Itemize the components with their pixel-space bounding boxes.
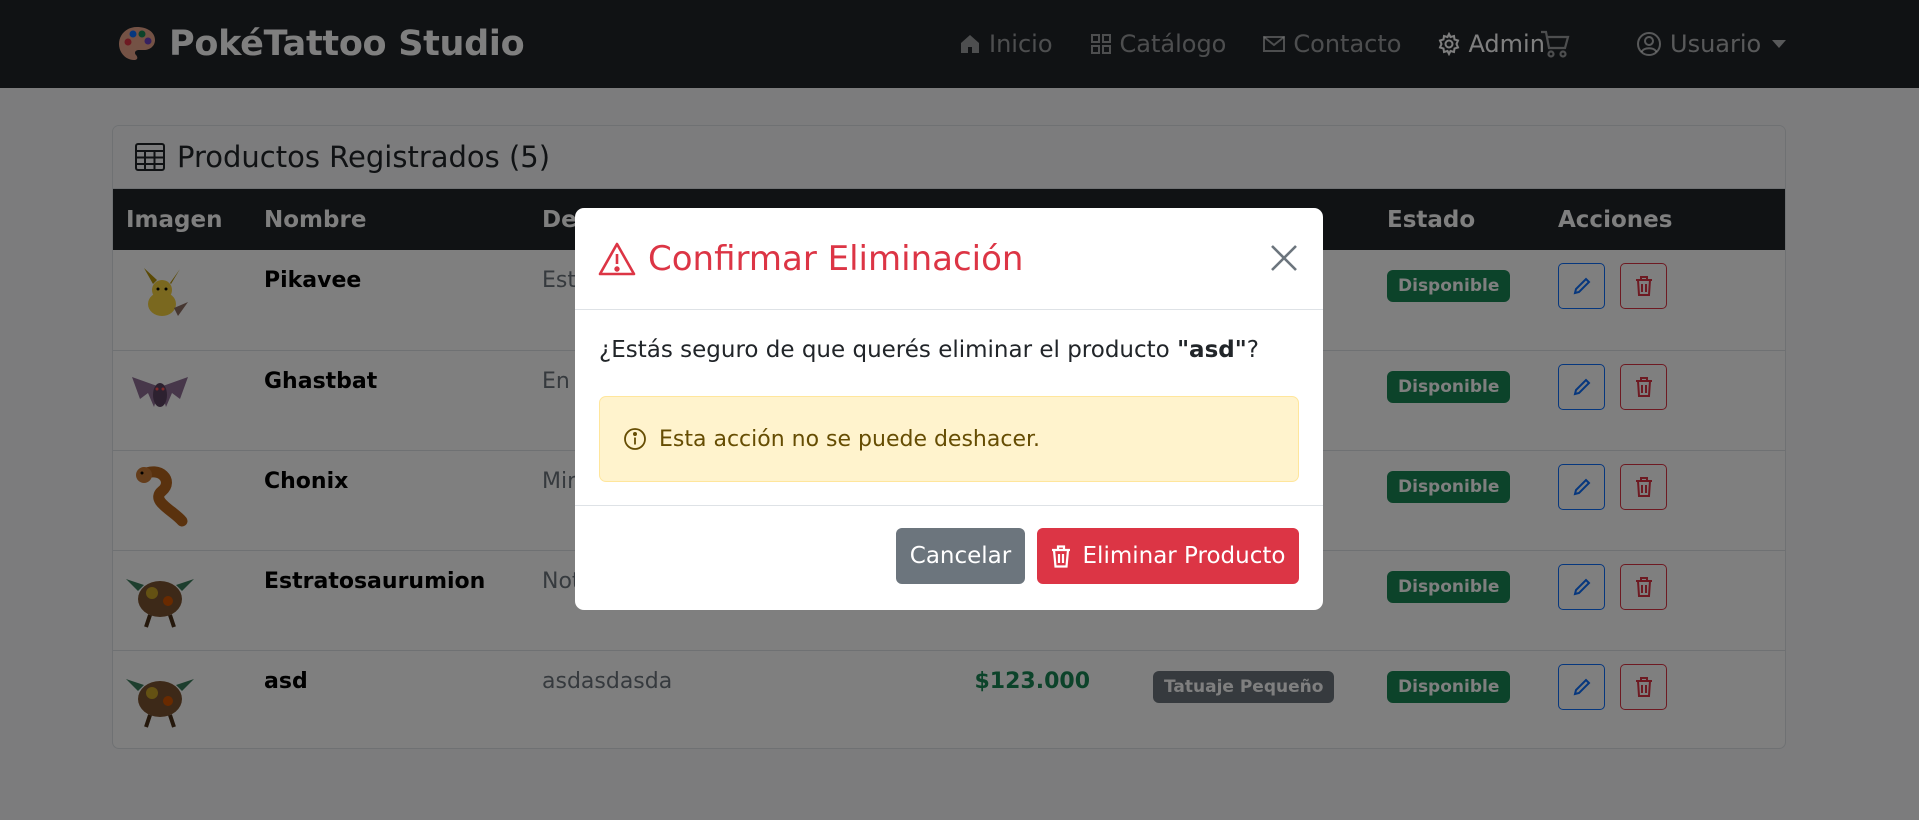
warning-icon [598, 242, 636, 275]
modal-footer: Cancelar Eliminar Producto [575, 506, 1323, 610]
warning-text: Esta acción no se puede deshacer. [659, 426, 1041, 452]
modal-body: ¿Estás seguro de que querés eliminar el … [575, 310, 1323, 506]
info-icon [624, 428, 646, 450]
warning-alert: Esta acción no se puede deshacer. [599, 396, 1299, 482]
modal-header: Confirmar Eliminación [575, 208, 1323, 310]
confirm-message-suffix: ? [1246, 337, 1259, 363]
confirm-message: ¿Estás seguro de que querés eliminar el … [599, 337, 1259, 363]
cancel-button[interactable]: Cancelar [896, 528, 1025, 584]
confirm-delete-label: Eliminar Producto [1082, 543, 1286, 569]
product-name-highlight: "asd" [1177, 337, 1247, 363]
close-icon [1271, 245, 1297, 271]
modal-title: Confirmar Eliminación [598, 239, 1023, 279]
confirm-delete-modal: Confirmar Eliminación ¿Estás seguro de q… [575, 208, 1323, 610]
modal-title-text: Confirmar Eliminación [648, 238, 1024, 279]
close-button[interactable] [1267, 241, 1301, 275]
confirm-message-prefix: ¿Estás seguro de que querés eliminar el … [599, 337, 1178, 363]
trash-icon [1051, 544, 1070, 568]
confirm-delete-button[interactable]: Eliminar Producto [1037, 528, 1299, 584]
